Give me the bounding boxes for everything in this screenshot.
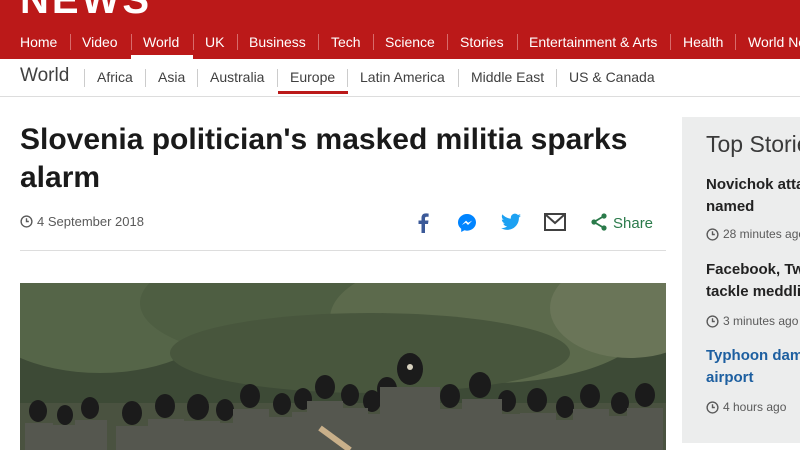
subnav-divider <box>458 69 459 87</box>
article-meta: 4 September 2018 <box>20 214 144 229</box>
subnav-divider <box>347 69 348 87</box>
top-story-headline[interactable]: Facebook, Twitter vow to tackle meddling <box>706 259 800 303</box>
clock-icon <box>706 314 719 328</box>
subnav-divider <box>84 69 85 87</box>
subnav-item-europe[interactable]: Europe <box>290 69 335 85</box>
primary-nav: Home Video World UK Business Tech Scienc… <box>0 25 800 59</box>
article-divider <box>20 250 666 251</box>
nav-divider <box>318 34 319 50</box>
nav-item-science[interactable]: Science <box>385 25 435 59</box>
subnav-divider <box>277 69 278 87</box>
share-button[interactable]: Share <box>613 215 653 232</box>
subnav-item-asia[interactable]: Asia <box>158 69 185 85</box>
top-story-timestamp: 4 hours ago <box>723 400 787 414</box>
article-date: 4 September 2018 <box>37 214 144 229</box>
subnav-item-latin-america[interactable]: Latin America <box>360 69 445 85</box>
nav-item-tech[interactable]: Tech <box>331 25 361 59</box>
nav-divider <box>670 34 671 50</box>
nav-divider <box>193 34 194 50</box>
subnav-divider <box>145 69 146 87</box>
nav-item-uk[interactable]: UK <box>205 25 224 59</box>
top-story-time: 28 minutes ago <box>706 227 800 241</box>
article-photo <box>20 283 666 450</box>
subnav-divider <box>197 69 198 87</box>
subnav-active-indicator <box>278 91 348 94</box>
clock-icon <box>20 215 33 228</box>
nav-divider <box>447 34 448 50</box>
section-nav: World Africa Asia Australia Europe Latin… <box>0 59 800 97</box>
nav-item-health[interactable]: Health <box>683 25 723 59</box>
email-icon[interactable] <box>544 213 566 231</box>
facebook-icon[interactable] <box>417 213 429 233</box>
nav-item-video[interactable]: Video <box>82 25 118 59</box>
subnav-item-australia[interactable]: Australia <box>210 69 264 85</box>
top-stories-heading: Top Stories <box>706 131 800 157</box>
masthead: NEWS <box>0 0 800 25</box>
top-stories-panel: Top Stories Novichok attack suspects nam… <box>682 117 800 443</box>
nav-item-business[interactable]: Business <box>249 25 306 59</box>
nav-item-stories[interactable]: Stories <box>460 25 504 59</box>
top-story-time: 3 minutes ago <box>706 314 798 328</box>
nav-item-entertainment-arts[interactable]: Entertainment & Arts <box>529 25 657 59</box>
top-story-headline[interactable]: Novichok attack suspects named <box>706 174 800 218</box>
top-story-time: 4 hours ago <box>706 400 786 414</box>
top-story-headline[interactable]: Typhoon damages Japan airport <box>706 345 800 389</box>
nav-divider <box>373 34 374 50</box>
nav-divider <box>70 34 71 50</box>
subnav-item-africa[interactable]: Africa <box>97 69 133 85</box>
nav-item-world-news[interactable]: World News <box>748 25 800 59</box>
nav-divider <box>517 34 518 50</box>
twitter-icon[interactable] <box>501 213 521 231</box>
subnav-item-middle-east[interactable]: Middle East <box>471 69 544 85</box>
top-story-timestamp: 3 minutes ago <box>723 314 799 328</box>
nav-divider <box>735 34 736 50</box>
masked-militia-photo <box>20 283 666 450</box>
clock-icon <box>706 400 719 414</box>
article-headline: Slovenia politician's masked militia spa… <box>20 123 628 194</box>
subnav-divider <box>556 69 557 87</box>
nav-divider <box>237 34 238 50</box>
nav-item-home[interactable]: Home <box>20 25 57 59</box>
messenger-icon[interactable] <box>457 213 477 233</box>
share-icon[interactable] <box>591 213 607 231</box>
top-story-timestamp: 28 minutes ago <box>723 227 800 241</box>
nav-divider <box>131 34 132 50</box>
clock-icon <box>706 227 719 241</box>
section-title[interactable]: World <box>20 65 69 87</box>
news-logo[interactable]: NEWS <box>20 0 152 23</box>
subnav-item-us-canada[interactable]: US & Canada <box>569 69 655 85</box>
nav-item-world[interactable]: World <box>143 25 179 59</box>
